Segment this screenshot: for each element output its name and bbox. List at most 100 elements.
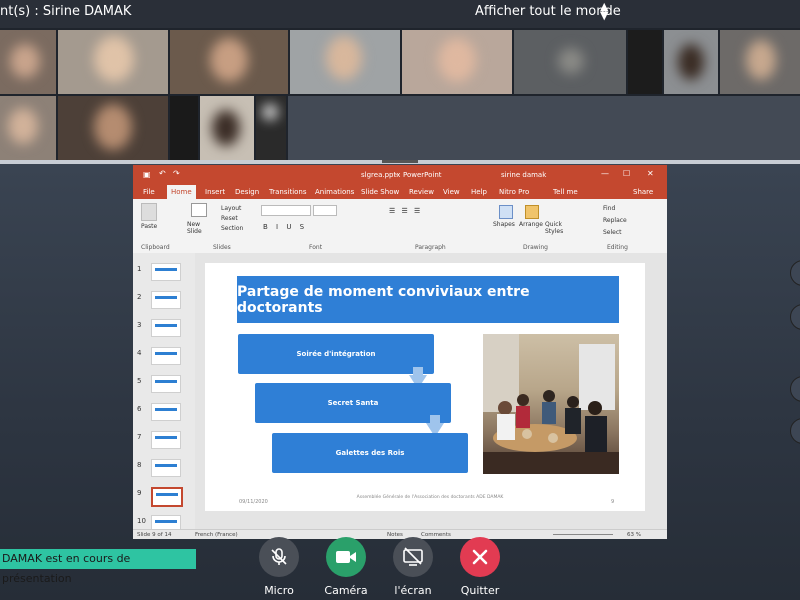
tab-file[interactable]: File	[143, 188, 155, 196]
current-slide[interactable]: Partage de moment conviviaux entre docto…	[205, 263, 645, 511]
participant-video[interactable]	[200, 96, 254, 160]
close-window-icon[interactable]: ✕	[647, 169, 654, 178]
slide-thumbnail[interactable]	[151, 375, 181, 393]
screen-share-off-icon	[403, 547, 423, 566]
tab-design[interactable]: Design	[235, 188, 259, 196]
participant-video[interactable]	[514, 30, 626, 94]
select-button[interactable]: Select	[603, 229, 622, 236]
thumbnail-title-bar	[155, 296, 177, 299]
tab-home[interactable]: Home	[167, 185, 196, 199]
new-slide-button[interactable]: New Slide	[187, 221, 209, 235]
thumbnail-title-bar	[155, 520, 177, 523]
slide-thumbnail[interactable]	[151, 487, 183, 507]
tab-animations[interactable]: Animations	[315, 188, 354, 196]
camera-icon	[336, 551, 356, 563]
comments-button[interactable]: Comments	[421, 532, 451, 538]
section-button[interactable]: Section	[221, 225, 243, 232]
quit-label: Quitter	[460, 584, 500, 597]
chevron-updown-icon[interactable]: ▲ ▼	[600, 1, 608, 21]
participant-video[interactable]	[0, 96, 56, 160]
slide-thumbnails-panel[interactable]: 1 2 3 4 5 6 7 8 9 10	[133, 253, 196, 533]
group-photo-illustration	[483, 334, 619, 474]
language-indicator[interactable]: French (France)	[195, 532, 238, 538]
meeting-header: nt(s) : Sirine DAMAK Afficher tout le mo…	[0, 0, 800, 28]
slide-thumb-number: 8	[137, 461, 142, 469]
font-format-buttons[interactable]: B I U S	[263, 223, 307, 231]
participant-video[interactable]	[170, 96, 198, 160]
undo-icon[interactable]: ↶	[159, 169, 166, 178]
app-name: PowerPoint	[403, 171, 442, 179]
slide-thumbnail[interactable]	[151, 459, 181, 477]
participant-video[interactable]	[58, 96, 168, 160]
reset-button[interactable]: Reset	[221, 215, 238, 222]
tab-review[interactable]: Review	[409, 188, 434, 196]
notes-button[interactable]: Notes	[387, 532, 403, 538]
save-icon[interactable]: ▣	[143, 170, 151, 179]
participant-video[interactable]	[170, 30, 288, 94]
tab-slide-show[interactable]: Slide Show	[361, 188, 399, 196]
tab-nitro-pro[interactable]: Nitro Pro	[499, 188, 529, 196]
slide-thumb-number: 7	[137, 433, 142, 441]
clipboard-group-label: Clipboard	[141, 244, 170, 251]
thumbnail-title-bar	[155, 380, 177, 383]
participant-video[interactable]	[402, 30, 512, 94]
arrange-button[interactable]: Arrange	[519, 221, 543, 228]
tab-transitions[interactable]: Transitions	[269, 188, 307, 196]
replace-button[interactable]: Replace	[603, 217, 627, 224]
zoom-level[interactable]: 63 %	[627, 532, 641, 538]
slide-thumbnail[interactable]	[151, 403, 181, 421]
participant-video[interactable]	[290, 30, 400, 94]
slide-thumb-number: 10	[137, 517, 146, 525]
arrange-icon[interactable]	[525, 205, 539, 219]
tell-me-search[interactable]: Tell me	[553, 188, 578, 196]
micro-button[interactable]	[259, 537, 299, 577]
paste-icon[interactable]	[141, 203, 157, 221]
camera-label: Caméra	[324, 584, 368, 597]
quit-button[interactable]	[460, 537, 500, 577]
slide-thumbnail[interactable]	[151, 319, 181, 337]
slide-thumbnail[interactable]	[151, 263, 181, 281]
slide-date: 09/11/2020	[239, 499, 268, 505]
maximize-icon[interactable]: ☐	[623, 169, 630, 178]
close-icon	[472, 549, 488, 565]
participant-video[interactable]	[58, 30, 168, 94]
tab-insert[interactable]: Insert	[205, 188, 225, 196]
shapes-button[interactable]: Shapes	[493, 221, 515, 228]
find-button[interactable]: Find	[603, 205, 615, 212]
arrow-down-icon-2	[430, 415, 440, 423]
paragraph-buttons[interactable]: ☰ ☰ ☰	[389, 207, 422, 215]
resize-handle[interactable]	[382, 160, 418, 163]
minimize-icon[interactable]: —	[601, 169, 609, 178]
zoom-slider[interactable]	[553, 534, 613, 535]
font-name-select[interactable]	[261, 205, 311, 216]
font-size-select[interactable]	[313, 205, 337, 216]
participant-video[interactable]	[628, 30, 662, 94]
paste-button[interactable]: Paste	[141, 223, 157, 230]
thumbnail-title-bar	[155, 408, 177, 411]
show-all-button[interactable]: Afficher tout le monde	[475, 4, 621, 19]
screen-share-button[interactable]	[393, 537, 433, 577]
screen-share-label: l'écran	[394, 584, 432, 597]
redo-icon[interactable]: ↷	[173, 169, 180, 178]
mic-off-icon	[271, 548, 287, 565]
ppt-title-bar: ▣ ↶ ↷ slgrea.pptx - PowerPoint sirine da…	[133, 165, 667, 185]
slide-thumbnail[interactable]	[151, 431, 181, 449]
quick-styles-button[interactable]: Quick Styles	[545, 221, 565, 235]
slide-thumbnail[interactable]	[151, 347, 181, 365]
camera-button[interactable]	[326, 537, 366, 577]
editing-group-label: Editing	[607, 244, 628, 251]
tab-help[interactable]: Help	[471, 188, 487, 196]
new-slide-icon[interactable]	[191, 203, 207, 217]
shapes-icon[interactable]	[499, 205, 513, 219]
layout-button[interactable]: Layout	[221, 205, 241, 212]
tab-view[interactable]: View	[443, 188, 460, 196]
slide-thumb-number: 6	[137, 405, 142, 413]
slide-box-1: Soirée d'intégration	[238, 334, 434, 374]
share-button[interactable]: Share	[633, 188, 653, 196]
slide-thumbnail[interactable]	[151, 291, 181, 309]
participant-video[interactable]	[664, 30, 718, 94]
participant-video[interactable]	[720, 30, 800, 94]
participant-video[interactable]	[256, 96, 286, 160]
participant-video[interactable]	[0, 30, 56, 94]
presenting-banner: DAMAK est en cours de présentation	[0, 549, 196, 585]
